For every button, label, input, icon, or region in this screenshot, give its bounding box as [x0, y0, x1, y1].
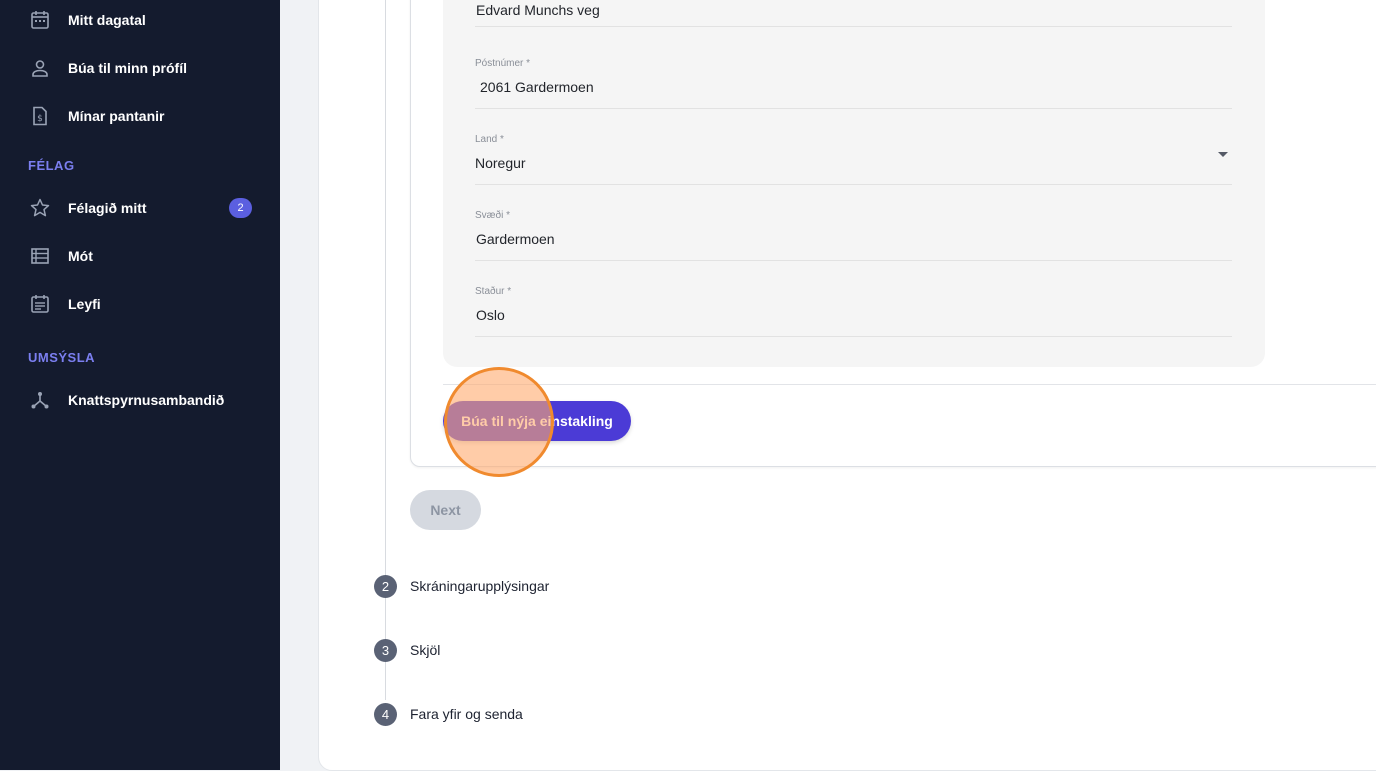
- step-2[interactable]: 2 Skráningarupplýsingar: [374, 574, 549, 598]
- sidebar-item-football-association[interactable]: Knattspyrnusambandið: [0, 380, 280, 420]
- sidebar-item-label: Félagið mitt: [68, 200, 147, 216]
- postal-code-field[interactable]: Póstnúmer * 2061 Gardermoen: [475, 58, 1232, 109]
- step-number: 2: [374, 574, 397, 598]
- postal-code-label: Póstnúmer *: [475, 58, 531, 69]
- sidebar-item-my-club[interactable]: Félagið mitt 2: [0, 188, 280, 228]
- create-new-person-button[interactable]: Búa til nýja einstakling: [443, 401, 631, 441]
- step-4[interactable]: 4 Fara yfir og senda: [374, 702, 523, 726]
- sidebar-item-label: Mínar pantanir: [68, 108, 165, 124]
- region-field[interactable]: Svæði * Gardermoen: [475, 210, 1232, 261]
- step-label: Skráningarupplýsingar: [410, 578, 550, 594]
- next-button[interactable]: Next: [410, 490, 481, 530]
- chevron-down-icon[interactable]: [1218, 152, 1228, 157]
- region-value: Gardermoen: [476, 231, 555, 247]
- country-label: Land *: [475, 134, 504, 145]
- sidebar-item-label: Knattspyrnusambandið: [68, 392, 225, 408]
- sidebar-item-create-profile[interactable]: Búa til minn prófíl: [0, 48, 280, 88]
- sidebar-item-licenses[interactable]: Leyfi: [0, 284, 280, 324]
- license-icon: [28, 292, 52, 316]
- invoice-icon: $: [28, 104, 52, 128]
- postal-code-value: 2061 Gardermoen: [480, 79, 594, 95]
- region-label: Svæði *: [475, 210, 511, 221]
- person-icon: [28, 56, 52, 80]
- city-field[interactable]: Staður * Oslo: [475, 286, 1232, 337]
- address-value: Edvard Munchs veg: [476, 2, 600, 18]
- sidebar-item-my-calendar[interactable]: Mitt dagatal: [0, 0, 280, 40]
- sidebar-item-label: Leyfi: [68, 296, 101, 312]
- network-icon: [28, 388, 52, 412]
- sidebar-item-tournaments[interactable]: Mót: [0, 236, 280, 276]
- sidebar-item-label: Mót: [68, 248, 93, 264]
- notification-badge: 2: [229, 198, 252, 218]
- sidebar-item-my-orders[interactable]: $ Mínar pantanir: [0, 96, 280, 136]
- city-label: Staður *: [475, 286, 512, 297]
- star-icon: [28, 196, 52, 220]
- step-number: 3: [374, 638, 397, 662]
- step-number: 4: [374, 702, 397, 726]
- country-select[interactable]: Land * Noregur: [475, 134, 1232, 185]
- address-field[interactable]: Edvard Munchs veg: [475, 0, 1232, 27]
- section-label-felag: FÉLAG: [28, 158, 75, 173]
- step-label: Fara yfir og senda: [410, 706, 523, 722]
- svg-text:$: $: [37, 114, 43, 124]
- sidebar-item-label: Mitt dagatal: [68, 12, 146, 28]
- country-value: Noregur: [475, 155, 526, 171]
- step-label: Skjöl: [410, 642, 441, 658]
- sidebar-item-label: Búa til minn prófíl: [68, 60, 187, 76]
- sidebar: Mitt dagatal Búa til minn prófíl $ Mínar…: [0, 0, 280, 770]
- city-value: Oslo: [476, 307, 505, 323]
- section-label-umsysla: UMSÝSLA: [28, 350, 96, 365]
- calendar-icon: [28, 8, 52, 32]
- list-icon: [28, 244, 52, 268]
- step-3[interactable]: 3 Skjöl: [374, 638, 440, 662]
- divider: [443, 384, 1376, 385]
